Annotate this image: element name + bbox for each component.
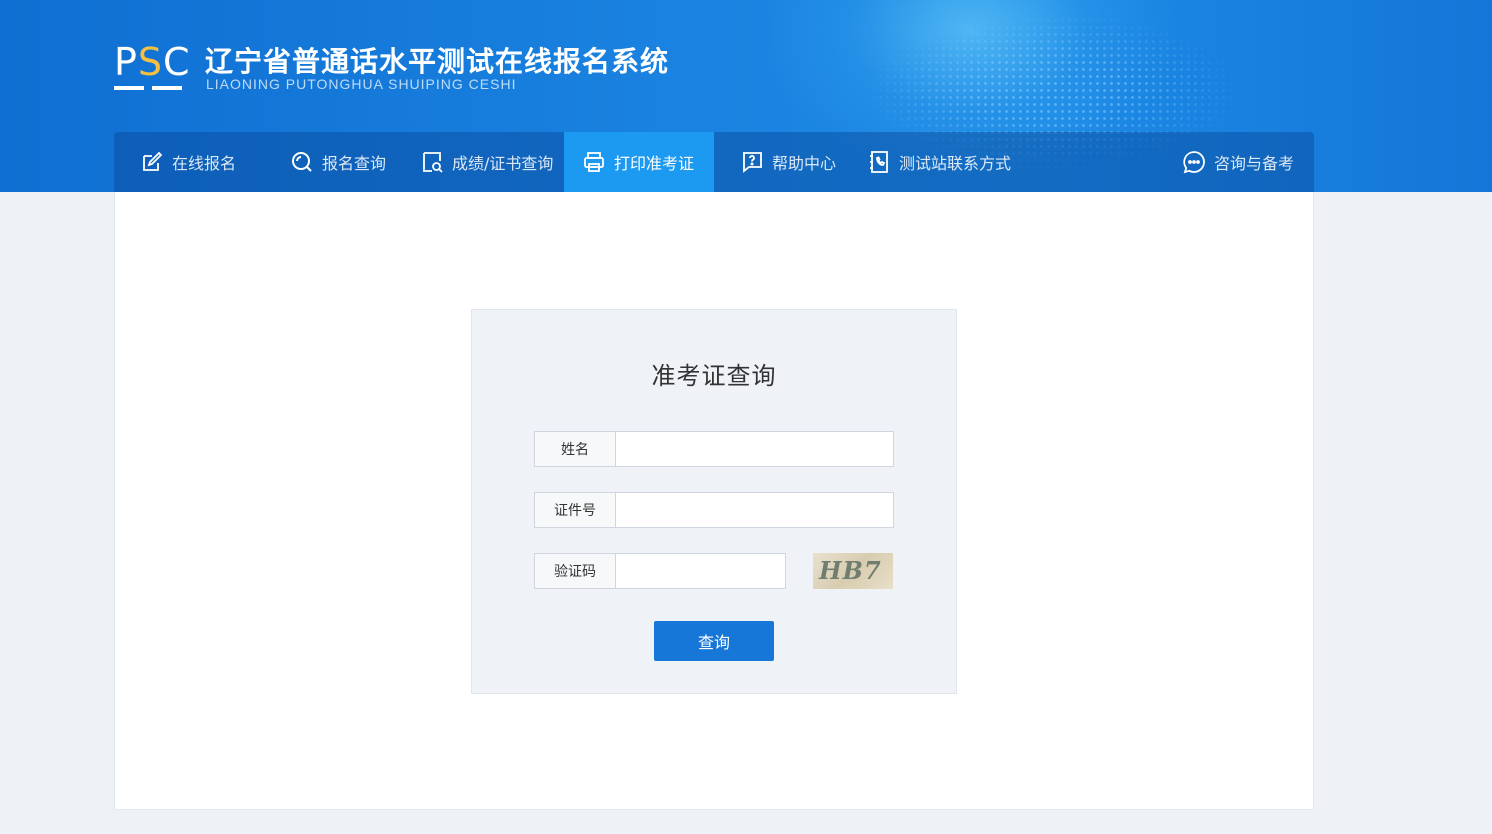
name-input[interactable]: [616, 431, 894, 467]
main-nav: 在线报名 报名查询 成绩/证书查询 打印准考证 帮助中心 测试站联系方式 咨询与…: [114, 132, 1314, 192]
captcha-row: 验证码: [534, 553, 786, 589]
captcha-text: HB7: [819, 556, 882, 585]
captcha-image[interactable]: HB7: [813, 553, 893, 589]
nav-label: 测试站联系方式: [899, 154, 1012, 173]
name-label: 姓名: [534, 431, 616, 467]
header: PSC 辽宁省普通话水平测试在线报名系统 LIAONING PUTONGHUA …: [0, 0, 1492, 192]
site-subtitle: LIAONING PUTONGHUA SHUIPING CESHI: [206, 76, 517, 92]
nav-item-print-admission-ticket[interactable]: 打印准考证: [564, 132, 714, 192]
nav-label: 帮助中心: [772, 154, 837, 173]
document-search-icon: [420, 150, 444, 174]
search-circle-icon: [290, 150, 314, 174]
site-title: 辽宁省普通话水平测试在线报名系统: [205, 45, 670, 78]
captcha-input[interactable]: [616, 553, 786, 589]
id-number-input[interactable]: [616, 492, 894, 528]
nav-item-help-center[interactable]: 帮助中心: [740, 132, 836, 192]
phone-book-icon: [867, 150, 891, 174]
printer-icon: [582, 150, 606, 174]
logo-underline: [114, 86, 182, 90]
help-icon: [740, 150, 764, 174]
captcha-label: 验证码: [534, 553, 616, 589]
nav-item-test-station-contacts[interactable]: 测试站联系方式: [867, 132, 1011, 192]
admission-ticket-query-card: 准考证查询 姓名 证件号 验证码 HB7 查询: [471, 309, 957, 694]
nav-label: 成绩/证书查询: [452, 154, 554, 173]
form-title: 准考证查询: [651, 362, 777, 390]
logo-letters: PSC: [114, 40, 191, 84]
nav-label: 在线报名: [172, 154, 237, 173]
nav-item-score-certificate-query[interactable]: 成绩/证书查询: [420, 132, 553, 192]
name-row: 姓名: [534, 431, 894, 467]
id-label: 证件号: [534, 492, 616, 528]
nav-item-online-registration[interactable]: 在线报名: [140, 132, 236, 192]
chat-icon: [1182, 150, 1206, 174]
nav-item-registration-query[interactable]: 报名查询: [290, 132, 386, 192]
query-button[interactable]: 查询: [654, 621, 774, 661]
nav-item-consultation[interactable]: 咨询与备考: [1182, 132, 1294, 192]
nav-label: 报名查询: [322, 154, 387, 173]
edit-icon: [140, 150, 164, 174]
nav-label: 打印准考证: [614, 154, 695, 173]
psc-logo[interactable]: PSC: [114, 40, 191, 94]
id-row: 证件号: [534, 492, 894, 528]
nav-label: 咨询与备考: [1214, 154, 1295, 173]
